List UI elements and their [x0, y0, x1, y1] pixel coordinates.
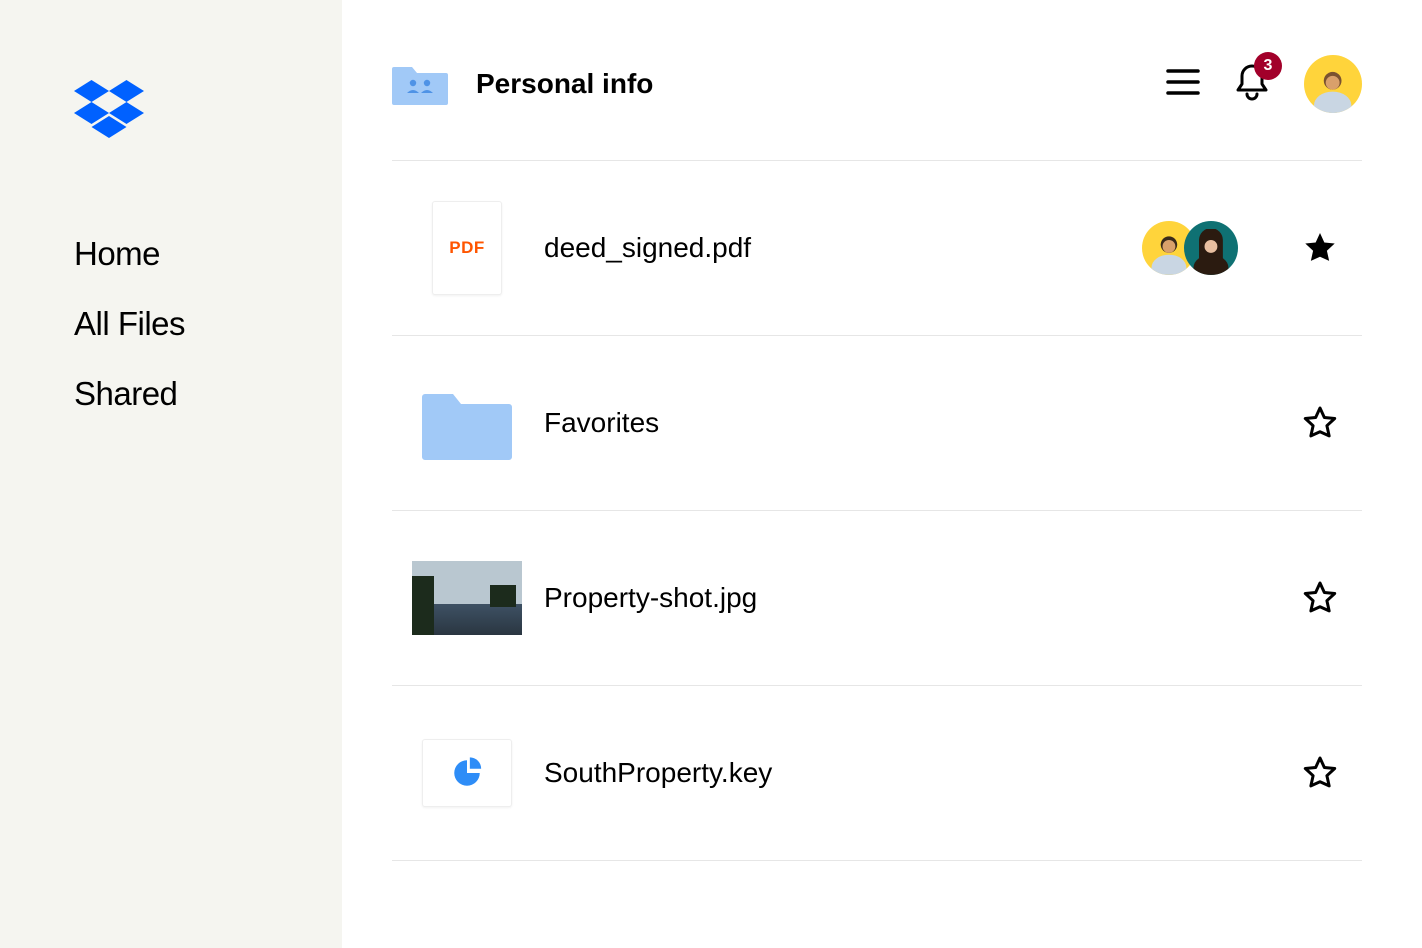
file-name-label: Property-shot.jpg [544, 582, 1238, 614]
folder-icon [421, 386, 513, 460]
user-avatar[interactable] [1304, 55, 1362, 113]
file-name-label: Favorites [544, 407, 1238, 439]
star-button[interactable] [1298, 751, 1342, 795]
shared-avatar-2 [1184, 221, 1238, 275]
person-icon [1188, 229, 1234, 275]
notification-bell[interactable]: 3 [1234, 62, 1270, 107]
notification-badge: 3 [1254, 52, 1282, 80]
person-icon [1308, 64, 1357, 113]
star-outline-icon [1302, 755, 1338, 791]
header: Personal info 3 [392, 55, 1362, 113]
file-thumbnail [412, 726, 522, 820]
folder-title: Personal info [476, 68, 653, 100]
header-right: 3 [1166, 55, 1362, 113]
star-outline-icon [1302, 405, 1338, 441]
sidebar-item-shared[interactable]: Shared [74, 375, 322, 413]
file-thumbnail: PDF [412, 201, 522, 295]
file-thumbnail [412, 551, 522, 645]
file-row-property-shot[interactable]: Property-shot.jpg [392, 510, 1362, 686]
main-content: Personal info 3 [342, 0, 1422, 948]
file-name-label: deed_signed.pdf [544, 232, 1142, 264]
file-list: PDF deed_signed.pdf [392, 160, 1362, 861]
file-row-south-property[interactable]: SouthProperty.key [392, 685, 1362, 861]
star-filled-icon [1302, 230, 1338, 266]
image-thumbnail-icon [412, 561, 522, 635]
shared-with-avatars[interactable] [1142, 221, 1238, 275]
file-thumbnail [412, 376, 522, 470]
dropbox-logo[interactable] [74, 80, 322, 145]
file-name-label: SouthProperty.key [544, 757, 1238, 789]
shared-folder-icon [392, 59, 448, 110]
file-row-favorites[interactable]: Favorites [392, 335, 1362, 511]
file-row-deed-signed[interactable]: PDF deed_signed.pdf [392, 160, 1362, 336]
sidebar-item-home[interactable]: Home [74, 235, 322, 273]
star-outline-icon [1302, 580, 1338, 616]
header-left: Personal info [392, 59, 653, 110]
pdf-icon: PDF [432, 201, 502, 295]
menu-icon[interactable] [1166, 68, 1200, 101]
star-button[interactable] [1298, 401, 1342, 445]
star-button[interactable] [1298, 226, 1342, 270]
presentation-icon [422, 739, 512, 807]
sidebar: Home All Files Shared [0, 0, 342, 948]
sidebar-item-all-files[interactable]: All Files [74, 305, 322, 343]
star-button[interactable] [1298, 576, 1342, 620]
